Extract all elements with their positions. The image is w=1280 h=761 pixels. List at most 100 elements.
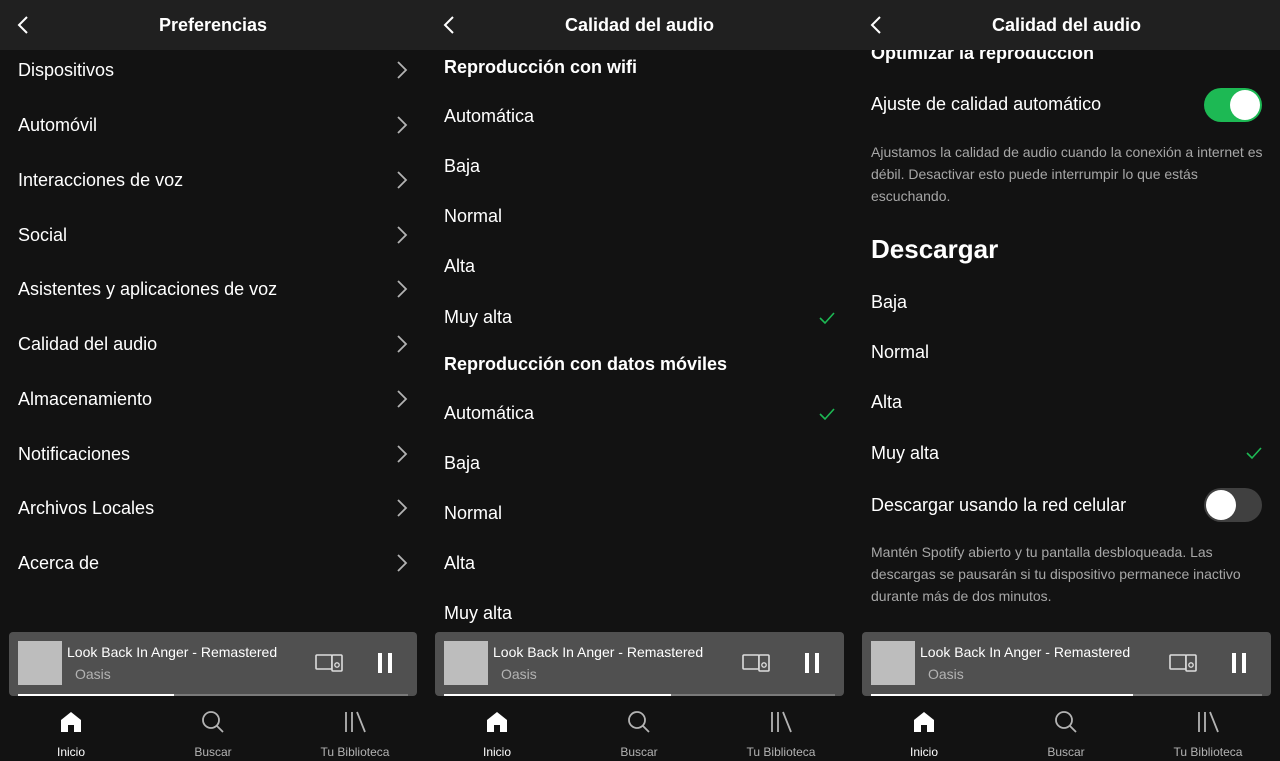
mobile-option-automatica[interactable]: Automática <box>426 394 853 434</box>
nav-search[interactable]: Buscar <box>995 696 1137 761</box>
option-label: Normal <box>444 503 503 523</box>
top-bar: Calidad del audio <box>853 0 1280 50</box>
song-title: Look Back In Anger - Remastered <box>67 644 278 660</box>
option-label: Automática <box>444 403 535 423</box>
settings-item-automovil[interactable]: Automóvil <box>0 106 426 146</box>
settings-item-label: Calidad del audio <box>18 334 158 354</box>
nav-label: Buscar <box>194 745 232 759</box>
settings-item-asistentes[interactable]: Asistentes y aplicaciones de voz <box>0 270 426 310</box>
settings-item-social[interactable]: Social <box>0 216 426 256</box>
settings-item-label: Notificaciones <box>18 444 131 464</box>
chevron-right-icon <box>397 335 408 353</box>
nav-search[interactable]: Buscar <box>142 696 284 761</box>
song-title: Look Back In Anger - Remastered <box>920 644 1131 660</box>
settings-item-almacenamiento[interactable]: Almacenamiento <box>0 380 426 420</box>
download-option-alta[interactable]: Alta <box>853 383 1280 423</box>
audio-quality-download-screen: Optimizar la reproducción Calidad del au… <box>853 0 1280 761</box>
chevron-right-icon <box>397 390 408 408</box>
mini-player[interactable]: Look Back In Anger - Remastered Oasis <box>435 632 844 696</box>
wifi-option-baja[interactable]: Baja <box>426 147 853 187</box>
nav-home[interactable]: Inicio <box>0 696 142 761</box>
option-label: Muy alta <box>871 443 940 463</box>
chevron-right-icon <box>397 61 408 79</box>
nav-label: Inicio <box>482 745 511 759</box>
settings-item-archivos-locales[interactable]: Archivos Locales <box>0 489 426 529</box>
option-label: Normal <box>871 342 930 362</box>
chevron-right-icon <box>397 116 408 134</box>
artist-name: Oasis <box>75 666 111 682</box>
option-label: Automática <box>444 106 535 126</box>
toggle-knob <box>1206 490 1236 520</box>
page-title: Calidad del audio <box>991 15 1142 35</box>
download-option-baja[interactable]: Baja <box>853 283 1280 323</box>
mini-player[interactable]: Look Back In Anger - Remastered Oasis <box>862 632 1271 696</box>
nav-library[interactable]: Tu Biblioteca <box>710 696 852 761</box>
nav-search[interactable]: Buscar <box>568 696 710 761</box>
chevron-right-icon <box>397 280 408 298</box>
wifi-option-muy-alta[interactable]: Muy alta <box>426 298 853 338</box>
pause-icon[interactable] <box>802 652 822 674</box>
search-icon <box>202 711 224 733</box>
download-option-normal[interactable]: Normal <box>853 333 1280 373</box>
home-icon <box>487 712 507 732</box>
nav-label: Buscar <box>620 745 658 759</box>
nav-label: Tu Biblioteca <box>1173 745 1243 759</box>
wifi-option-automatica[interactable]: Automática <box>426 97 853 137</box>
setting-label: Ajuste de calidad automático <box>871 94 1102 114</box>
option-label: Alta <box>444 256 476 276</box>
chevron-right-icon <box>397 499 408 517</box>
nav-library[interactable]: Tu Biblioteca <box>284 696 426 761</box>
option-label: Alta <box>444 553 476 573</box>
wifi-option-alta[interactable]: Alta <box>426 247 853 287</box>
nav-home[interactable]: Inicio <box>426 696 568 761</box>
checkmark-icon <box>1246 447 1262 460</box>
cellular-download-description: Mantén Spotify abierto y tu pantalla des… <box>871 544 1241 604</box>
devices-icon[interactable] <box>742 652 770 674</box>
download-option-muy-alta[interactable]: Muy alta <box>853 434 1280 474</box>
mobile-option-baja[interactable]: Baja <box>426 444 853 484</box>
option-label: Normal <box>444 206 503 226</box>
devices-icon[interactable] <box>315 652 343 674</box>
settings-item-dispositivos[interactable]: Dispositivos <box>0 51 426 91</box>
nav-label: Tu Biblioteca <box>746 745 816 759</box>
nav-home[interactable]: Inicio <box>853 696 995 761</box>
wifi-option-normal[interactable]: Normal <box>426 197 853 237</box>
nav-library[interactable]: Tu Biblioteca <box>1137 696 1279 761</box>
cellular-download-toggle[interactable] <box>1204 488 1262 522</box>
settings-item-notificaciones[interactable]: Notificaciones <box>0 435 426 475</box>
option-label: Alta <box>871 392 903 412</box>
devices-icon[interactable] <box>1169 652 1197 674</box>
auto-quality-setting[interactable]: Ajuste de calidad automático <box>853 85 1280 125</box>
song-title: Look Back In Anger - Remastered <box>493 644 704 660</box>
settings-item-label: Acerca de <box>18 553 100 573</box>
settings-item-calidad-del-audio[interactable]: Calidad del audio <box>0 325 426 365</box>
settings-item-label: Interacciones de voz <box>18 170 184 190</box>
mobile-option-normal[interactable]: Normal <box>426 494 853 534</box>
auto-quality-toggle[interactable] <box>1204 88 1262 122</box>
mini-player[interactable]: Look Back In Anger - Remastered Oasis <box>9 632 417 696</box>
mobile-option-muy-alta[interactable]: Muy alta <box>426 594 853 634</box>
artist-name: Oasis <box>501 666 537 682</box>
auto-quality-description: Ajustamos la calidad de audio cuando la … <box>871 144 1263 204</box>
page-title: Calidad del audio <box>564 15 715 35</box>
settings-item-acerca-de[interactable]: Acerca de <box>0 544 426 584</box>
pause-icon[interactable] <box>1229 652 1249 674</box>
page-title: Preferencias <box>158 15 268 35</box>
settings-item-interacciones-de-voz[interactable]: Interacciones de voz <box>0 161 426 201</box>
nav-label: Inicio <box>909 745 938 759</box>
option-label: Baja <box>871 292 908 312</box>
download-section-header: Descargar <box>871 234 999 264</box>
cellular-download-setting[interactable]: Descargar usando la red celular <box>853 486 1280 526</box>
top-bar: Calidad del audio <box>426 0 853 50</box>
mobile-option-alta[interactable]: Alta <box>426 544 853 584</box>
bottom-nav: Inicio Buscar Tu Biblioteca <box>0 696 426 761</box>
pause-icon[interactable] <box>375 652 395 674</box>
chevron-right-icon <box>397 226 408 244</box>
top-bar: Preferencias <box>0 0 426 50</box>
search-icon <box>628 711 650 733</box>
album-art <box>871 641 915 685</box>
settings-item-label: Asistentes y aplicaciones de voz <box>18 279 278 299</box>
wifi-section-header: Reproducción con wifi <box>444 57 638 77</box>
settings-item-label: Almacenamiento <box>18 389 153 409</box>
library-icon <box>345 711 366 733</box>
